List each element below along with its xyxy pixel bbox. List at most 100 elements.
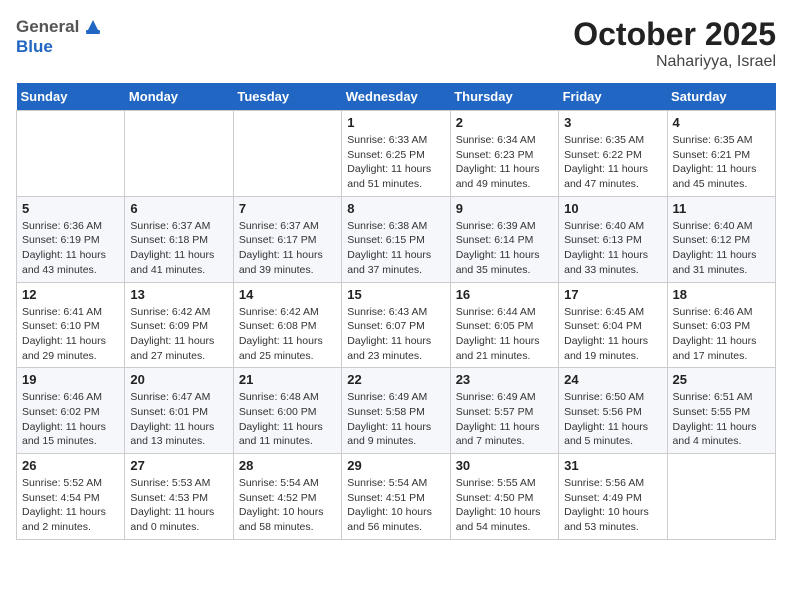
day-info: Sunrise: 6:44 AM Sunset: 6:05 PM Dayligh… [456, 305, 553, 364]
day-number: 26 [22, 458, 119, 473]
calendar-cell: 16 Sunrise: 6:44 AM Sunset: 6:05 PM Dayli… [450, 282, 558, 368]
day-number: 20 [130, 372, 227, 387]
day-number: 21 [239, 372, 336, 387]
day-number: 27 [130, 458, 227, 473]
week-row-1: 1 Sunrise: 6:33 AM Sunset: 6:25 PM Daylig… [17, 111, 776, 197]
day-number: 22 [347, 372, 444, 387]
calendar-cell: 10Sunrise: 6:40 AM Sunset: 6:13 PM Dayli… [559, 196, 667, 282]
day-number: 9 [456, 201, 553, 216]
day-info: Sunrise: 6:49 AM Sunset: 5:57 PM Dayligh… [456, 390, 553, 449]
calendar-cell: 22 Sunrise: 6:49 AM Sunset: 5:58 PM Dayli… [342, 368, 450, 454]
weekday-thursday: Thursday [450, 83, 558, 111]
day-number: 5 [22, 201, 119, 216]
day-info: Sunrise: 6:37 AM Sunset: 6:18 PM Dayligh… [130, 219, 227, 278]
calendar-cell: 9Sunrise: 6:39 AM Sunset: 6:14 PM Daylig… [450, 196, 558, 282]
calendar-cell: 6 Sunrise: 6:37 AM Sunset: 6:18 PM Daylig… [125, 196, 233, 282]
day-number: 18 [673, 287, 770, 302]
day-info: Sunrise: 6:43 AM Sunset: 6:07 PM Dayligh… [347, 305, 444, 364]
logo-general: General [16, 17, 79, 36]
day-info: Sunrise: 6:48 AM Sunset: 6:00 PM Dayligh… [239, 390, 336, 449]
calendar-cell [17, 111, 125, 197]
day-info: Sunrise: 5:53 AM Sunset: 4:53 PM Dayligh… [130, 476, 227, 535]
calendar-cell: 14 Sunrise: 6:42 AM Sunset: 6:08 PM Dayli… [233, 282, 341, 368]
day-info: Sunrise: 6:35 AM Sunset: 6:21 PM Dayligh… [673, 133, 770, 192]
month-title: October 2025 [573, 16, 776, 53]
week-row-2: 5 Sunrise: 6:36 AM Sunset: 6:19 PM Daylig… [17, 196, 776, 282]
calendar-cell: 1 Sunrise: 6:33 AM Sunset: 6:25 PM Daylig… [342, 111, 450, 197]
calendar-cell: 7 Sunrise: 6:37 AM Sunset: 6:17 PM Daylig… [233, 196, 341, 282]
day-info: Sunrise: 6:47 AM Sunset: 6:01 PM Dayligh… [130, 390, 227, 449]
weekday-tuesday: Tuesday [233, 83, 341, 111]
day-info: Sunrise: 6:45 AM Sunset: 6:04 PM Dayligh… [564, 305, 661, 364]
day-info: Sunrise: 5:54 AM Sunset: 4:52 PM Dayligh… [239, 476, 336, 535]
weekday-wednesday: Wednesday [342, 83, 450, 111]
day-number: 6 [130, 201, 227, 216]
logo-blue: Blue [16, 38, 104, 57]
day-number: 24 [564, 372, 661, 387]
day-info: Sunrise: 6:42 AM Sunset: 6:08 PM Dayligh… [239, 305, 336, 364]
calendar-cell: 18 Sunrise: 6:46 AM Sunset: 6:03 PM Dayli… [667, 282, 775, 368]
day-number: 16 [456, 287, 553, 302]
calendar-cell: 17 Sunrise: 6:45 AM Sunset: 6:04 PM Dayli… [559, 282, 667, 368]
day-number: 7 [239, 201, 336, 216]
week-row-3: 12Sunrise: 6:41 AM Sunset: 6:10 PM Dayli… [17, 282, 776, 368]
day-number: 4 [673, 115, 770, 130]
day-number: 15 [347, 287, 444, 302]
calendar-cell: 11 Sunrise: 6:40 AM Sunset: 6:12 PM Dayli… [667, 196, 775, 282]
day-number: 13 [130, 287, 227, 302]
week-row-4: 19 Sunrise: 6:46 AM Sunset: 6:02 PM Dayli… [17, 368, 776, 454]
day-number: 3 [564, 115, 661, 130]
day-info: Sunrise: 6:33 AM Sunset: 6:25 PM Dayligh… [347, 133, 444, 192]
weekday-friday: Friday [559, 83, 667, 111]
day-info: Sunrise: 5:56 AM Sunset: 4:49 PM Dayligh… [564, 476, 661, 535]
day-info: Sunrise: 6:40 AM Sunset: 6:12 PM Dayligh… [673, 219, 770, 278]
day-info: Sunrise: 6:37 AM Sunset: 6:17 PM Dayligh… [239, 219, 336, 278]
day-number: 8 [347, 201, 444, 216]
day-number: 14 [239, 287, 336, 302]
calendar-cell: 24 Sunrise: 6:50 AM Sunset: 5:56 PM Dayli… [559, 368, 667, 454]
day-info: Sunrise: 6:46 AM Sunset: 6:02 PM Dayligh… [22, 390, 119, 449]
day-number: 30 [456, 458, 553, 473]
day-info: Sunrise: 6:35 AM Sunset: 6:22 PM Dayligh… [564, 133, 661, 192]
weekday-saturday: Saturday [667, 83, 775, 111]
day-info: Sunrise: 6:49 AM Sunset: 5:58 PM Dayligh… [347, 390, 444, 449]
calendar-cell: 26Sunrise: 5:52 AM Sunset: 4:54 PM Dayli… [17, 454, 125, 540]
calendar-cell: 27 Sunrise: 5:53 AM Sunset: 4:53 PM Dayli… [125, 454, 233, 540]
day-number: 12 [22, 287, 119, 302]
calendar-cell: 3 Sunrise: 6:35 AM Sunset: 6:22 PM Daylig… [559, 111, 667, 197]
calendar-cell: 25Sunrise: 6:51 AM Sunset: 5:55 PM Dayli… [667, 368, 775, 454]
calendar-cell: 5 Sunrise: 6:36 AM Sunset: 6:19 PM Daylig… [17, 196, 125, 282]
day-info: Sunrise: 6:51 AM Sunset: 5:55 PM Dayligh… [673, 390, 770, 449]
logo: General Blue [16, 16, 104, 57]
calendar-cell: 4 Sunrise: 6:35 AM Sunset: 6:21 PM Daylig… [667, 111, 775, 197]
day-info: Sunrise: 6:36 AM Sunset: 6:19 PM Dayligh… [22, 219, 119, 278]
calendar-cell: 29Sunrise: 5:54 AM Sunset: 4:51 PM Dayli… [342, 454, 450, 540]
day-info: Sunrise: 6:50 AM Sunset: 5:56 PM Dayligh… [564, 390, 661, 449]
day-number: 17 [564, 287, 661, 302]
logo-icon [82, 16, 104, 38]
calendar-cell: 8 Sunrise: 6:38 AM Sunset: 6:15 PM Daylig… [342, 196, 450, 282]
day-info: Sunrise: 6:38 AM Sunset: 6:15 PM Dayligh… [347, 219, 444, 278]
day-number: 2 [456, 115, 553, 130]
calendar-cell: 21 Sunrise: 6:48 AM Sunset: 6:00 PM Dayli… [233, 368, 341, 454]
calendar-cell: 31Sunrise: 5:56 AM Sunset: 4:49 PM Dayli… [559, 454, 667, 540]
page-header: General Blue October 2025 Nahariyya, Isr… [16, 16, 776, 71]
calendar-cell: 15 Sunrise: 6:43 AM Sunset: 6:07 PM Dayli… [342, 282, 450, 368]
day-info: Sunrise: 6:46 AM Sunset: 6:03 PM Dayligh… [673, 305, 770, 364]
day-info: Sunrise: 5:54 AM Sunset: 4:51 PM Dayligh… [347, 476, 444, 535]
calendar-cell: 13 Sunrise: 6:42 AM Sunset: 6:09 PM Dayli… [125, 282, 233, 368]
day-info: Sunrise: 6:40 AM Sunset: 6:13 PM Dayligh… [564, 219, 661, 278]
weekday-monday: Monday [125, 83, 233, 111]
day-info: Sunrise: 6:42 AM Sunset: 6:09 PM Dayligh… [130, 305, 227, 364]
calendar-table: SundayMondayTuesdayWednesdayThursdayFrid… [16, 83, 776, 540]
day-number: 11 [673, 201, 770, 216]
day-number: 19 [22, 372, 119, 387]
calendar-cell: 23Sunrise: 6:49 AM Sunset: 5:57 PM Dayli… [450, 368, 558, 454]
day-number: 1 [347, 115, 444, 130]
calendar-cell: 2 Sunrise: 6:34 AM Sunset: 6:23 PM Daylig… [450, 111, 558, 197]
calendar-cell: 20 Sunrise: 6:47 AM Sunset: 6:01 PM Dayli… [125, 368, 233, 454]
calendar-cell: 30Sunrise: 5:55 AM Sunset: 4:50 PM Dayli… [450, 454, 558, 540]
title-block: October 2025 Nahariyya, Israel [573, 16, 776, 71]
calendar-cell [233, 111, 341, 197]
day-info: Sunrise: 6:34 AM Sunset: 6:23 PM Dayligh… [456, 133, 553, 192]
